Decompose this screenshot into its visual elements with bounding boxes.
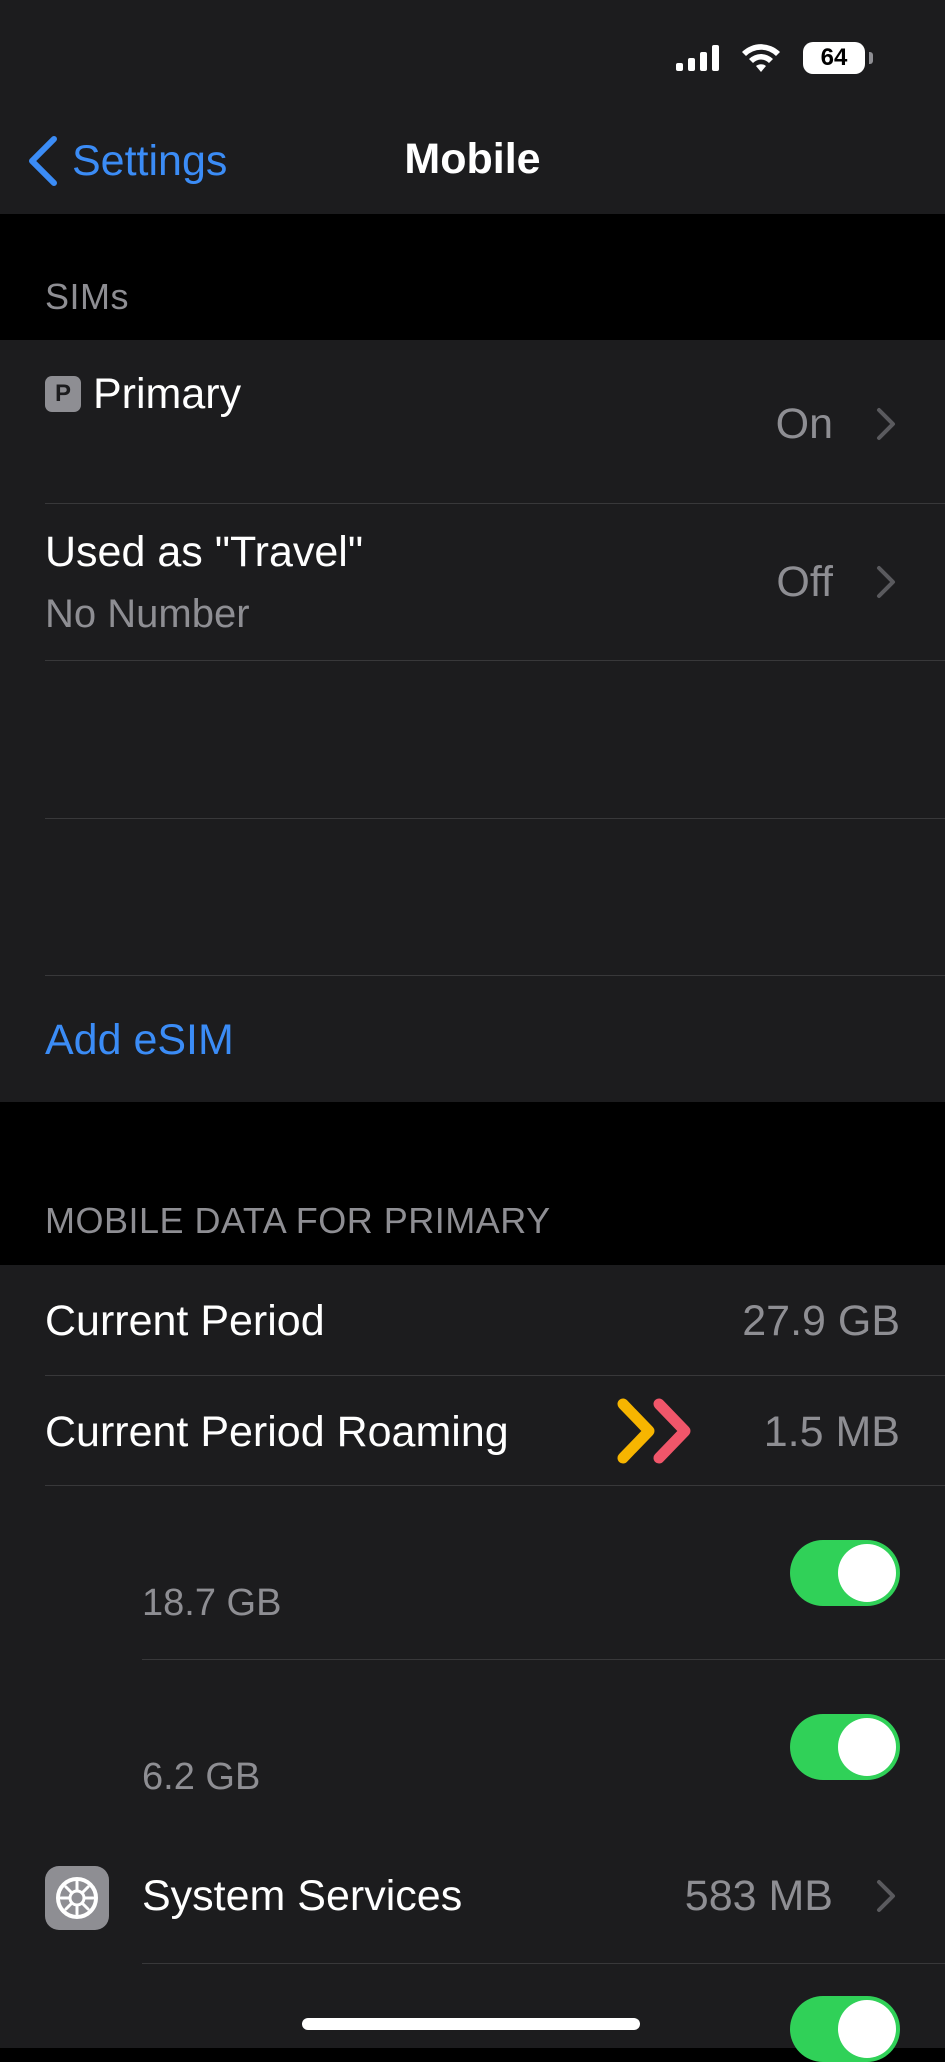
blank-row [0, 661, 945, 817]
toggle-knob [838, 2000, 896, 2058]
chevron-right-icon [877, 1880, 895, 1912]
app-data-toggle[interactable] [790, 1714, 900, 1780]
sim-subtitle: No Number [45, 592, 250, 636]
sim-row-travel[interactable]: Used as "Travel" No Number Off [0, 504, 945, 660]
system-services-label: System Services [142, 1872, 463, 1920]
sim-status: Off [776, 558, 833, 606]
gear-icon [45, 1866, 109, 1930]
app-data-row [0, 1964, 945, 2062]
chevron-right-icon [877, 566, 895, 598]
mobile-settings-screen: 64 Settings Mobile SIMs P Primary On Use… [0, 0, 945, 2062]
system-services-value: 583 MB [684, 1872, 833, 1920]
app-data-row: 18.7 GB [0, 1486, 945, 1658]
wifi-icon [742, 44, 780, 72]
app-data-toggle[interactable] [790, 1996, 900, 2062]
current-period-roaming-row: Current Period Roaming 1.5 MB [0, 1376, 945, 1486]
chevron-right-icon [877, 408, 895, 440]
battery-icon: 64 [803, 42, 873, 74]
current-period-row: Current Period 27.9 GB [0, 1265, 945, 1375]
cellular-signal-icon [676, 45, 719, 71]
double-chevron-annotation-icon [617, 1398, 691, 1464]
section-header-sims: SIMs [45, 276, 130, 317]
current-period-roaming-label: Current Period Roaming [45, 1408, 509, 1456]
home-indicator[interactable] [302, 2018, 640, 2030]
blank-row [0, 819, 945, 975]
sims-list: P Primary On Used as "Travel" No Number … [0, 340, 945, 1102]
toggle-knob [838, 1544, 896, 1602]
navigation-bar: 64 Settings Mobile [0, 0, 945, 214]
page-title: Mobile [404, 135, 541, 183]
add-esim-link[interactable]: Add eSIM [45, 1016, 234, 1065]
system-services-row[interactable]: System Services 583 MB [0, 1832, 945, 1962]
toggle-knob [838, 1718, 896, 1776]
sim-status: On [775, 400, 833, 448]
current-period-label: Current Period [45, 1297, 325, 1345]
mobile-data-list: Current Period 27.9 GB Current Period Ro… [0, 1265, 945, 2062]
app-data-usage: 6.2 GB [142, 1756, 261, 1798]
app-data-usage: 18.7 GB [142, 1582, 282, 1624]
divider [45, 975, 945, 976]
status-bar: 64 [676, 42, 873, 74]
app-data-row: 6.2 GB [0, 1660, 945, 1832]
section-header-mobile-data: MOBILE DATA FOR PRIMARY [45, 1200, 551, 1241]
sim-title: Used as "Travel" [45, 528, 364, 576]
sim-row-primary[interactable]: P Primary On [0, 340, 945, 503]
sim-title: Primary [93, 370, 242, 418]
app-data-toggle[interactable] [790, 1540, 900, 1606]
sim-badge-icon: P [45, 376, 81, 412]
current-period-value: 27.9 GB [742, 1297, 900, 1345]
current-period-roaming-value: 1.5 MB [763, 1408, 900, 1456]
